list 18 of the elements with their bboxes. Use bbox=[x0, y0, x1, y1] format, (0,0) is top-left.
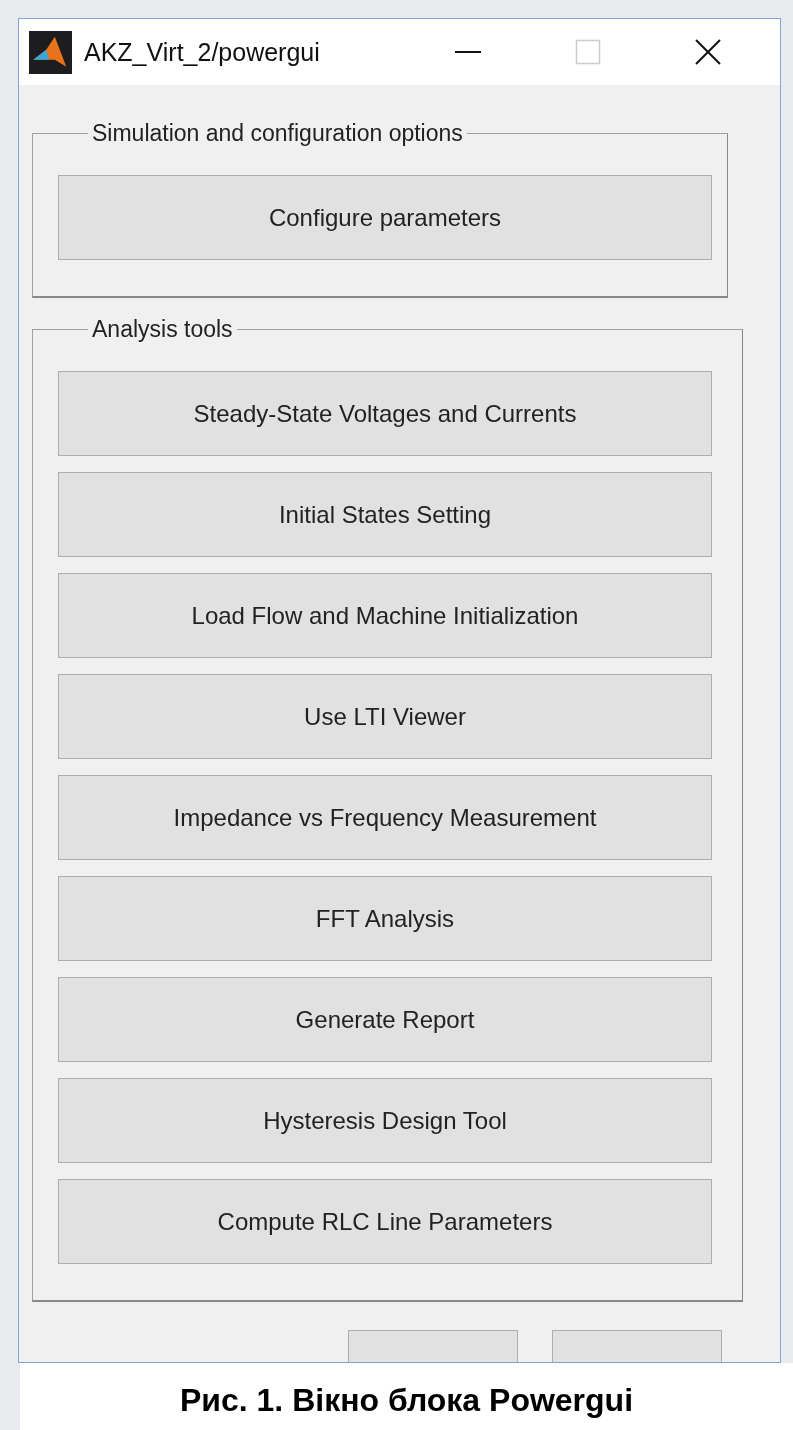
tool-button[interactable]: Use LTI Viewer bbox=[58, 674, 712, 759]
tool-button[interactable]: Steady-State Voltages and Currents bbox=[58, 371, 712, 456]
maximize-icon bbox=[575, 39, 601, 65]
window-title: AKZ_Virt_2/powergui bbox=[84, 37, 320, 67]
tool-button[interactable]: Initial States Setting bbox=[58, 472, 712, 557]
minimize-icon bbox=[455, 51, 481, 53]
tool-button[interactable]: Hysteresis Design Tool bbox=[58, 1078, 712, 1163]
tool-button[interactable]: FFT Analysis bbox=[58, 876, 712, 961]
figure-caption: Рис. 1. Вікно блока Powergui bbox=[20, 1363, 793, 1430]
tool-button[interactable]: Compute RLC Line Parameters bbox=[58, 1179, 712, 1264]
group-title: Simulation and configuration options bbox=[91, 120, 464, 147]
tool-button[interactable]: Impedance vs Frequency Measurement bbox=[58, 775, 712, 860]
app-icon bbox=[29, 30, 72, 74]
tool-button[interactable]: Configure parameters bbox=[58, 175, 712, 260]
tool-button[interactable]: Load Flow and Machine Initialization bbox=[58, 573, 712, 658]
group-title: Analysis tools bbox=[91, 316, 234, 343]
tool-button[interactable]: Generate Report bbox=[58, 977, 712, 1062]
close-icon bbox=[695, 39, 721, 65]
